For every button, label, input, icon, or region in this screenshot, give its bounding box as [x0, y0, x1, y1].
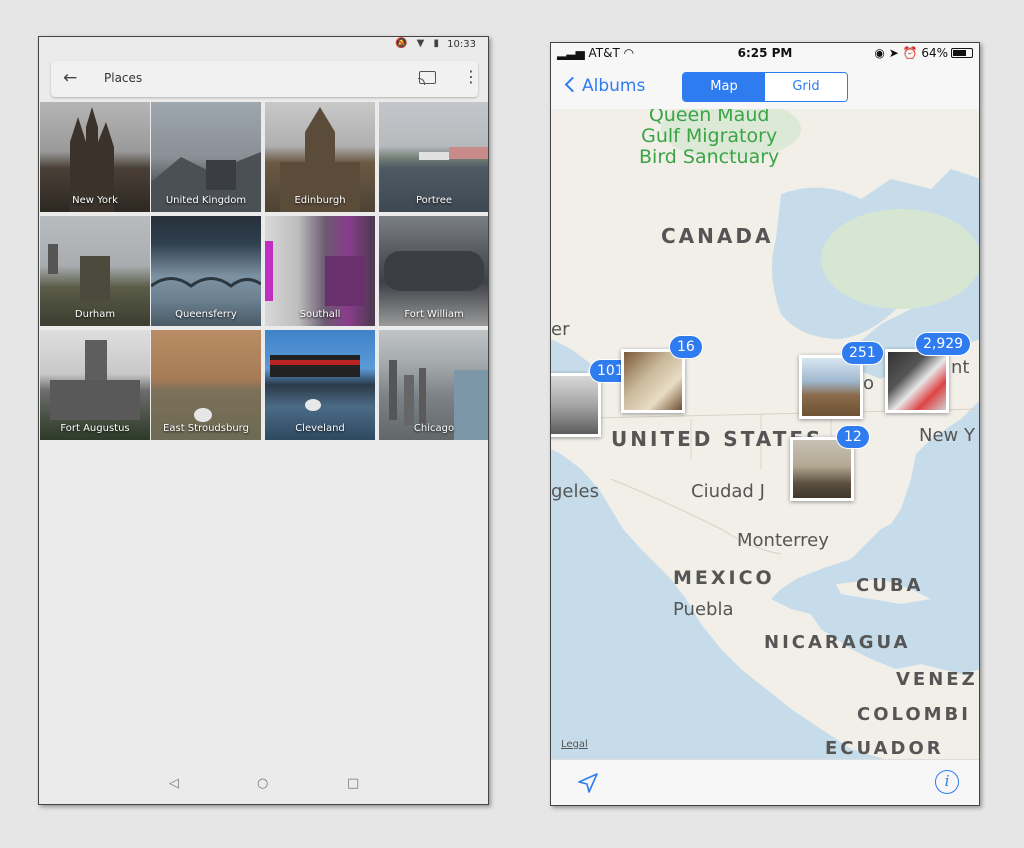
place-label: Cleveland: [295, 423, 345, 434]
map-label-cuba: CUBA: [856, 575, 924, 596]
map-label-fragment-o: o: [863, 373, 875, 394]
places-app-bar: ← Places ⋮: [51, 61, 479, 97]
android-places-screen: 🔕 ▼ ▮ 10:33 ← Places ⋮ New York United K…: [38, 36, 489, 805]
park-line-1: Queen Maud: [648, 109, 770, 126]
cluster-thumbnail: [551, 373, 601, 437]
cluster-count-badge: 12: [836, 425, 870, 449]
map-label-ecuador: ECUADOR: [825, 738, 944, 759]
place-tile-durham[interactable]: Durham: [40, 216, 150, 326]
battery-percent: 64%: [921, 46, 948, 60]
chevron-left-icon: [564, 76, 581, 93]
map-label-park: Queen Maud Gulf Migratory Bird Sanctuary: [639, 109, 779, 168]
status-time: 10:33: [447, 39, 476, 50]
map-label-fragment-er: er: [551, 319, 570, 340]
place-label: Queensferry: [175, 309, 237, 320]
segment-map[interactable]: Map: [683, 73, 765, 101]
place-label: East Stroudsburg: [163, 423, 249, 434]
map-label-colombia: COLOMBI: [857, 704, 971, 725]
battery-icon: [951, 48, 973, 58]
place-tile-fort-william[interactable]: Fort William: [379, 216, 488, 326]
place-label: United Kingdom: [165, 195, 247, 206]
cluster-count-badge: 2,929: [915, 332, 972, 356]
place-tile-fort-augustus[interactable]: Fort Augustus: [40, 330, 150, 440]
legal-link[interactable]: Legal: [561, 739, 588, 750]
ios-map-screen: ▂▃▅ AT&T ◠ 6:25 PM ◉ ➤ ⏰ 64% Albums Map …: [550, 42, 980, 806]
map-label-venezuela: VENEZ: [896, 669, 978, 690]
cluster-count-badge: 16: [669, 335, 703, 359]
place-tile-portree[interactable]: Portree: [379, 102, 488, 212]
status-right: ◉ ➤ ⏰ 64%: [874, 46, 973, 60]
page-title: Places: [104, 71, 143, 85]
place-tile-edinburgh[interactable]: Edinburgh: [265, 102, 375, 212]
place-label: Chicago: [413, 423, 455, 434]
status-icons: 🔕 ▼ ▮: [394, 38, 442, 49]
place-tile-southall[interactable]: Southall: [265, 216, 375, 326]
map-grid-segmented-control: Map Grid: [682, 72, 848, 102]
info-icon[interactable]: i: [935, 770, 959, 794]
albums-back-label: Albums: [582, 76, 646, 96]
nav-home-icon[interactable]: ○: [257, 776, 268, 791]
cluster-thumbnail: [621, 349, 685, 413]
ios-nav-bar: Albums Map Grid: [551, 65, 979, 109]
ios-status-bar: ▂▃▅ AT&T ◠ 6:25 PM ◉ ➤ ⏰ 64%: [551, 43, 979, 63]
map-label-ciudad-juarez: Ciudad J: [691, 481, 765, 502]
more-vert-icon[interactable]: ⋮: [463, 69, 479, 85]
map-label-canada: CANADA: [661, 224, 774, 248]
park-line-2: Gulf Migratory: [641, 125, 778, 147]
place-label: Southall: [299, 309, 341, 320]
map-label-puebla: Puebla: [673, 599, 734, 620]
place-tile-united-kingdom[interactable]: United Kingdom: [151, 102, 261, 212]
park-line-3: Bird Sanctuary: [639, 146, 780, 168]
ios-bottom-toolbar: i: [551, 759, 979, 805]
place-label: Portree: [415, 195, 453, 206]
nav-recents-icon[interactable]: □: [347, 776, 359, 791]
cluster-thumbnail: [885, 349, 949, 413]
android-status-bar: 🔕 ▼ ▮ 10:33: [39, 37, 488, 55]
cluster-count-badge: 251: [841, 341, 884, 365]
place-tile-new-york[interactable]: New York: [40, 102, 150, 212]
map-label-fragment-nt: nt: [951, 357, 970, 378]
cast-icon[interactable]: [418, 71, 436, 85]
android-nav-bar: ◁ ○ □: [39, 776, 488, 796]
place-label: Durham: [74, 309, 116, 320]
map-label-nicaragua: NICARAGUA: [764, 632, 911, 653]
albums-back-button[interactable]: Albums: [563, 76, 645, 96]
place-label: Fort William: [404, 309, 464, 320]
map-view[interactable]: Queen Maud Gulf Migratory Bird Sanctuary…: [551, 109, 979, 761]
place-label: Edinburgh: [294, 195, 346, 206]
place-tile-east-stroudsburg[interactable]: East Stroudsburg: [151, 330, 261, 440]
map-label-monterrey: Monterrey: [737, 530, 829, 551]
nav-back-icon[interactable]: ◁: [169, 776, 179, 791]
location-arrow-icon[interactable]: [577, 772, 599, 798]
map-label-mexico: MEXICO: [673, 567, 775, 589]
place-tile-chicago[interactable]: Chicago: [379, 330, 488, 440]
place-label: Fort Augustus: [60, 423, 130, 434]
place-tile-cleveland[interactable]: Cleveland: [265, 330, 375, 440]
place-label: New York: [72, 195, 118, 206]
arrow-left-icon[interactable]: ←: [63, 68, 77, 88]
map-label-los-angeles: geles: [551, 481, 599, 502]
segment-grid[interactable]: Grid: [765, 73, 847, 101]
place-tile-queensferry[interactable]: Queensferry: [151, 216, 261, 326]
map-label-new-york: New Y: [919, 425, 975, 446]
